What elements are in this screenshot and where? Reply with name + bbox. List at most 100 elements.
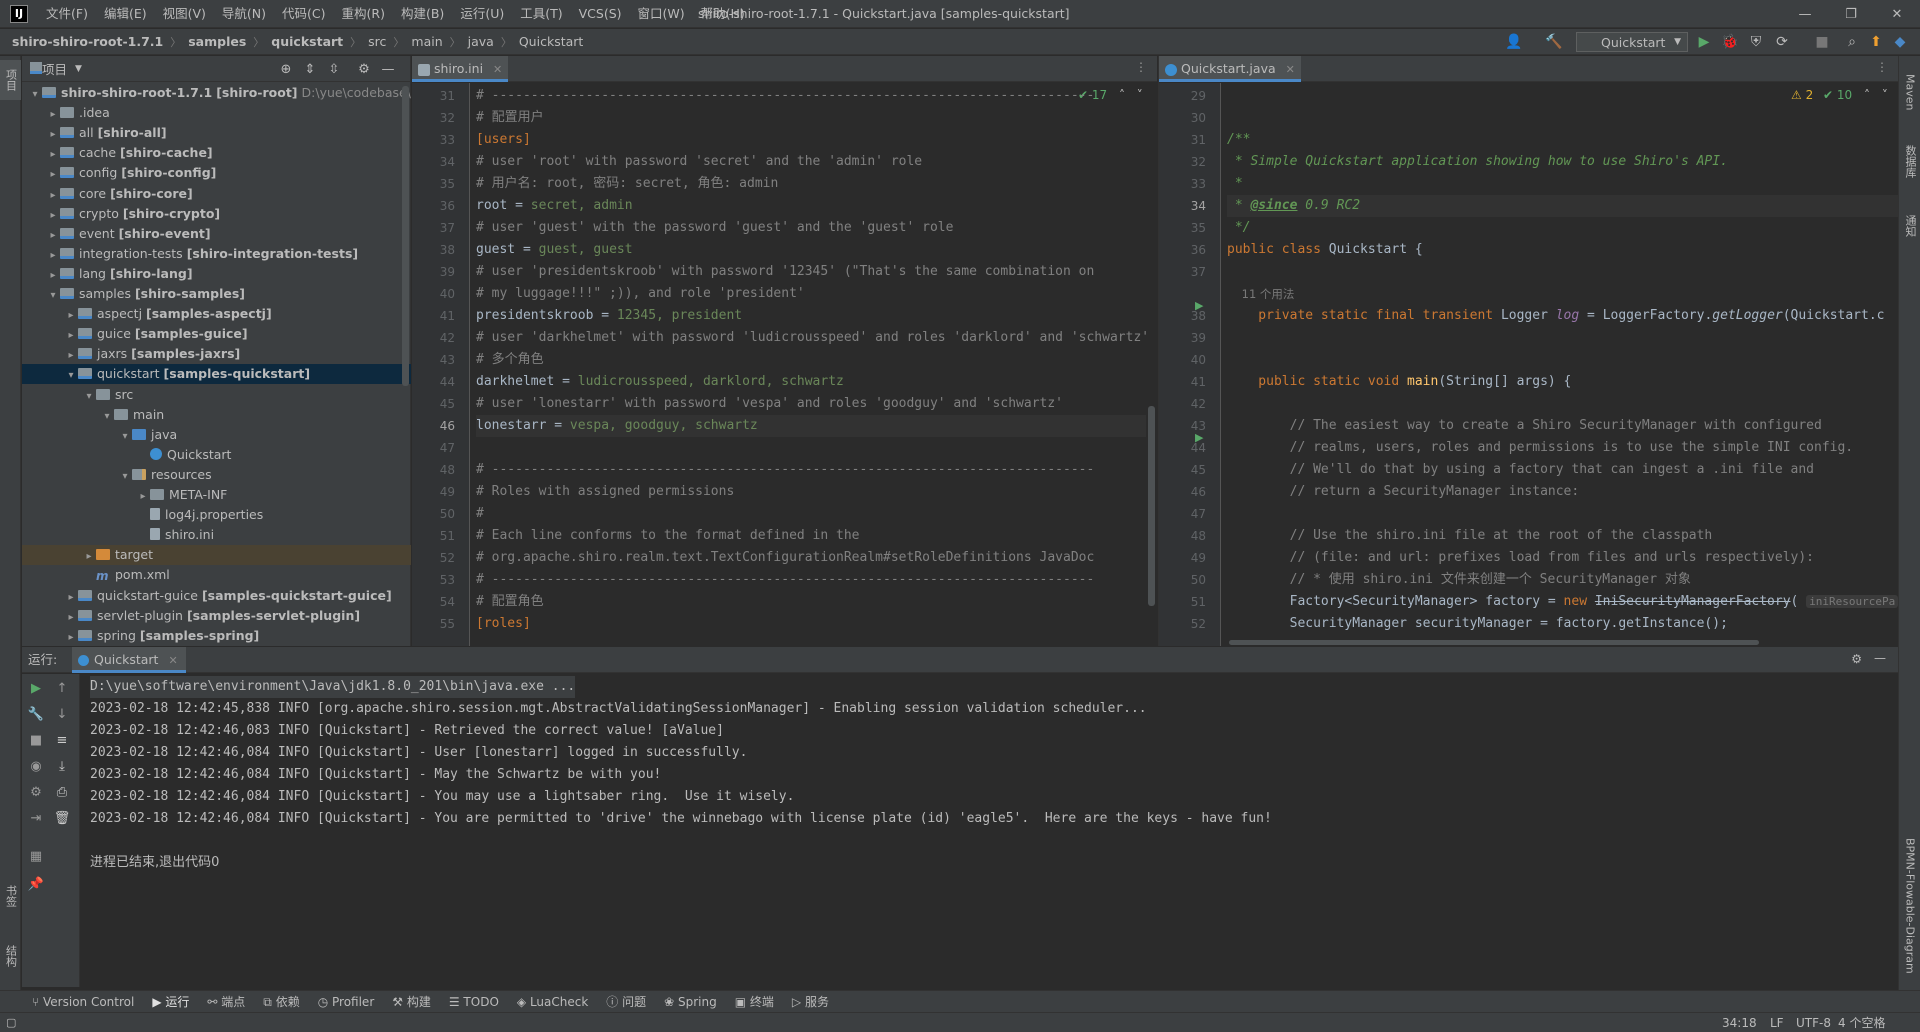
build-hammer-icon[interactable]: 🔨 — [1544, 32, 1564, 52]
expand-arrow-icon[interactable]: ▾ — [118, 427, 132, 447]
menu-item[interactable]: 工具(T) — [512, 0, 570, 28]
expand-arrow-icon[interactable]: ▾ — [82, 387, 96, 407]
close-tab-icon[interactable]: ✕ — [493, 63, 502, 76]
user-account-icon[interactable]: 👤 — [1504, 32, 1524, 52]
expand-arrow-icon[interactable]: ▸ — [46, 246, 60, 266]
tree-item[interactable]: ▸ jaxrs [samples-jaxrs] — [22, 344, 411, 364]
tree-item[interactable]: ▸ aspectj [samples-aspectj] — [22, 304, 411, 324]
tree-item[interactable]: ▸ core [shiro-core] — [22, 184, 411, 204]
expand-arrow-icon[interactable]: ▾ — [100, 407, 114, 427]
tool-window-button[interactable]: ▶ 运行 — [152, 993, 189, 1010]
tool-window-button[interactable]: ⑂ Version Control — [32, 995, 134, 1009]
hide-panel-icon[interactable]: — — [1874, 651, 1886, 665]
tree-item[interactable]: shiro.ini — [22, 525, 411, 545]
layout-icon[interactable]: ▦ — [26, 846, 46, 866]
close-button[interactable]: ✕ — [1874, 0, 1920, 28]
breadcrumb-item[interactable]: samples — [186, 34, 248, 49]
run-class-gutter-icon[interactable]: ▶ — [1195, 299, 1203, 312]
breadcrumb-item[interactable]: java — [466, 34, 496, 49]
tree-item[interactable]: ▾ main — [22, 405, 411, 425]
tree-item[interactable]: ▸ lang [shiro-lang] — [22, 264, 411, 284]
expand-arrow-icon[interactable]: ▸ — [46, 226, 60, 246]
menu-item[interactable]: 重构(R) — [334, 0, 393, 28]
menu-item[interactable]: 文件(F) — [38, 0, 96, 28]
tree-item[interactable]: ▾ quickstart [samples-quickstart] — [22, 364, 411, 386]
tree-item[interactable]: ▸ META-INF — [22, 485, 411, 505]
expand-arrow-icon[interactable]: ▾ — [28, 85, 42, 105]
tree-item[interactable]: ▸ all [shiro-all] — [22, 123, 411, 143]
tree-item[interactable]: ▾ samples [shiro-samples] — [22, 284, 411, 304]
close-tab-icon[interactable]: ✕ — [168, 654, 177, 667]
java-code-area[interactable]: /** * Simple Quickstart application show… — [1227, 83, 1898, 646]
tree-item[interactable]: ▾ shiro-shiro-root-1.7.1 [shiro-root] D:\… — [22, 83, 411, 103]
stop-icon[interactable]: ■ — [26, 730, 46, 750]
update-icon[interactable]: ⬆ — [1866, 32, 1886, 52]
expand-arrow-icon[interactable]: ▸ — [64, 346, 78, 366]
expand-arrow-icon[interactable]: ▾ — [118, 467, 132, 487]
gear-icon[interactable]: ⚙ — [354, 59, 374, 79]
caret-position[interactable]: 34:18 — [1722, 1013, 1757, 1032]
menu-item[interactable]: 运行(U) — [452, 0, 512, 28]
menu-item[interactable]: 构建(B) — [393, 0, 452, 28]
wrench-icon[interactable]: 🔧 — [26, 704, 46, 724]
maximize-button[interactable]: ❐ — [1828, 0, 1874, 28]
tree-scrollbar[interactable] — [402, 86, 409, 386]
coverage-icon[interactable]: ⛨ — [1746, 32, 1766, 52]
expand-arrow-icon[interactable]: ▸ — [64, 588, 78, 608]
scroll-down-icon[interactable]: ↓ — [52, 704, 72, 724]
close-tab-icon[interactable]: ✕ — [1286, 63, 1295, 76]
tree-item[interactable]: ▸ quickstart-guice [samples-quickstart-gu… — [22, 586, 411, 606]
chevron-down-icon[interactable]: ▼ — [75, 64, 82, 74]
tool-window-button[interactable]: ▷ 服务 — [792, 993, 829, 1010]
scroll-to-end-icon[interactable]: ⤓ — [52, 756, 72, 776]
tool-window-button[interactable]: ❀ Spring — [664, 995, 717, 1009]
tree-item[interactable]: ▸ spring [samples-spring] — [22, 626, 411, 646]
tool-window-button[interactable]: ▣ 终端 — [735, 993, 774, 1010]
tree-item[interactable]: ▸ servlet-plugin [samples-servlet-plugin] — [22, 606, 411, 626]
breadcrumb-item[interactable]: Quickstart — [517, 34, 585, 49]
tool-window-button[interactable]: ⧉ 依赖 — [263, 993, 299, 1010]
more-options-icon[interactable]: ⋮ — [1876, 60, 1888, 74]
tool-window-button[interactable]: ⚯ 端点 — [207, 993, 245, 1010]
tree-item[interactable]: ▸ config [shiro-config] — [22, 163, 411, 183]
tab-shiro-ini[interactable]: shiro.ini ✕ — [412, 56, 509, 82]
hide-panel-icon[interactable]: — — [378, 59, 398, 79]
expand-arrow-icon[interactable]: ▸ — [46, 125, 60, 145]
stop-icon[interactable]: ■ — [1812, 32, 1832, 52]
expand-arrow-icon[interactable]: ▸ — [46, 266, 60, 286]
tree-item[interactable]: ▸ crypto [shiro-crypto] — [22, 204, 411, 224]
gear-icon[interactable]: ⚙ — [1851, 652, 1862, 666]
tree-item[interactable]: log4j.properties — [22, 505, 411, 525]
menu-item[interactable]: 代码(C) — [274, 0, 333, 28]
collapse-all-icon[interactable]: ⇳ — [324, 59, 344, 79]
menu-item[interactable]: 编辑(E) — [96, 0, 155, 28]
tree-item[interactable]: m pom.xml — [22, 565, 411, 585]
tool-window-button[interactable]: ◷ Profiler — [318, 995, 375, 1009]
tree-item[interactable]: ▸ event [shiro-event] — [22, 224, 411, 244]
database-tool-tab[interactable]: 数据库 — [1899, 136, 1920, 186]
expand-arrow-icon[interactable]: ▸ — [64, 306, 78, 326]
project-panel-title[interactable]: 项目 — [42, 59, 67, 78]
tool-window-button[interactable]: ☰ TODO — [449, 995, 499, 1009]
soft-wrap-icon[interactable]: ≡ — [52, 730, 72, 750]
file-encoding[interactable]: UTF-8 — [1796, 1013, 1831, 1032]
java-horizontal-scrollbar[interactable] — [1229, 640, 1759, 645]
trash-icon[interactable]: 🗑 — [52, 808, 72, 828]
expand-arrow-icon[interactable]: ▸ — [46, 105, 60, 125]
locate-file-icon[interactable]: ⊕ — [276, 59, 296, 79]
bpmn-diagram-tool-tab[interactable]: BPMN-Flowable-Diagram — [1899, 816, 1920, 996]
tree-item[interactable]: ▸ cache [shiro-cache] — [22, 143, 411, 163]
more-options-icon[interactable]: ⋮ — [1135, 60, 1147, 74]
expand-arrow-icon[interactable]: ▸ — [46, 145, 60, 165]
expand-arrow-icon[interactable]: ▾ — [64, 366, 78, 386]
tool-window-button[interactable]: ⚒ 构建 — [392, 993, 431, 1010]
breadcrumb-item[interactable]: shiro-shiro-root-1.7.1 — [10, 34, 165, 49]
tool-window-button[interactable]: ⓘ 问题 — [606, 993, 646, 1010]
expand-arrow-icon[interactable]: ▸ — [46, 165, 60, 185]
menu-item[interactable]: 导航(N) — [214, 0, 274, 28]
pin-icon[interactable]: 📌 — [26, 874, 46, 894]
notifications-tool-tab[interactable]: 通知 — [1899, 206, 1920, 246]
tree-item[interactable]: ▸ target — [22, 545, 411, 566]
layout-toggle-icon[interactable]: ▢ — [6, 1013, 16, 1032]
run-configuration-select[interactable]: Quickstart ▼ — [1576, 32, 1688, 52]
